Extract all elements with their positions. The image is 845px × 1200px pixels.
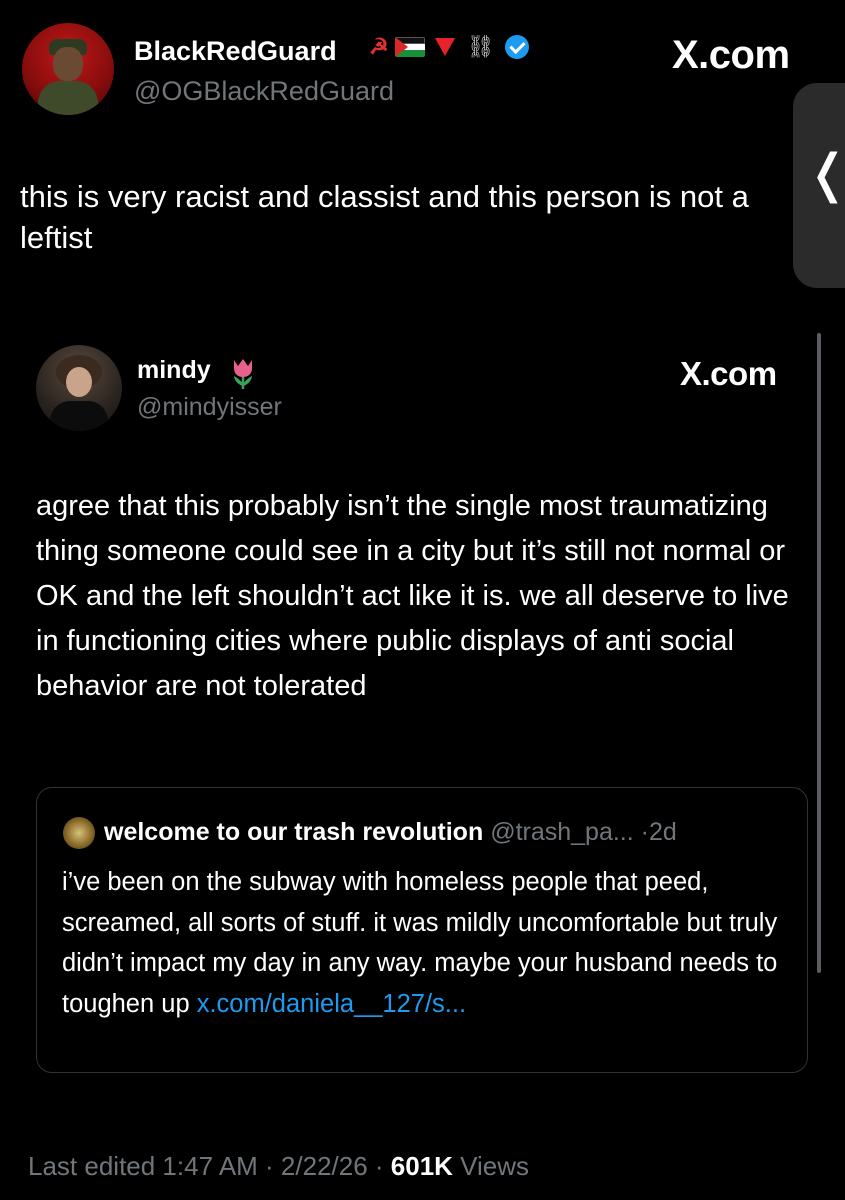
quoted-tweet-text: agree that this probably isn’t the singl… [36,490,789,702]
tulip-icon [234,359,252,389]
quoted-author-avatar[interactable] [36,345,122,431]
nested-separator: · [640,818,649,846]
red-triangle-icon [434,38,455,56]
nested-author-handle: @trash_pa... [490,818,634,846]
verified-badge-icon [504,35,529,59]
views-label: Views [452,1151,530,1181]
views-count[interactable]: 601K [391,1151,453,1181]
palestine-flag-icon [394,37,425,57]
nested-author-name: welcome to our trash revolution [104,818,484,846]
edited-timestamp[interactable]: Last edited 1:47 AM · 2/22/26 · [28,1151,391,1181]
nested-quote-header: welcome to our trash revolution @trash_p… [104,818,677,847]
author-avatar[interactable] [22,23,114,115]
nested-author-avatar [63,817,95,849]
tweet-text: this is very racist and classist and thi… [20,179,749,255]
author-handle[interactable]: @OGBlackRedGuard [134,76,394,107]
nested-quote-text: i’ve been on the subway with homeless pe… [62,862,792,1024]
nested-timestamp: 2d [648,818,677,846]
scrollbar[interactable] [817,333,821,973]
author-name[interactable]: BlackRedGuard [134,36,337,67]
source-label: X.com [672,33,790,77]
quoted-source-label: X.com [680,355,777,392]
quoted-author-name[interactable]: mindy [137,356,211,385]
hammer-sickle-icon: ☭ [369,34,389,59]
nested-quote-link[interactable]: x.com/daniela__127/s... [197,990,466,1018]
chevron-left-icon[interactable]: ❬ [806,148,845,200]
broken-chain-icon: ⛓ [466,34,495,59]
name-emoji-row: ☭ ⛓ [369,34,529,60]
quoted-author-handle[interactable]: @mindyisser [137,393,282,422]
tweet-meta: Last edited 1:47 AM · 2/22/26 · 601K Vie… [28,1151,529,1182]
